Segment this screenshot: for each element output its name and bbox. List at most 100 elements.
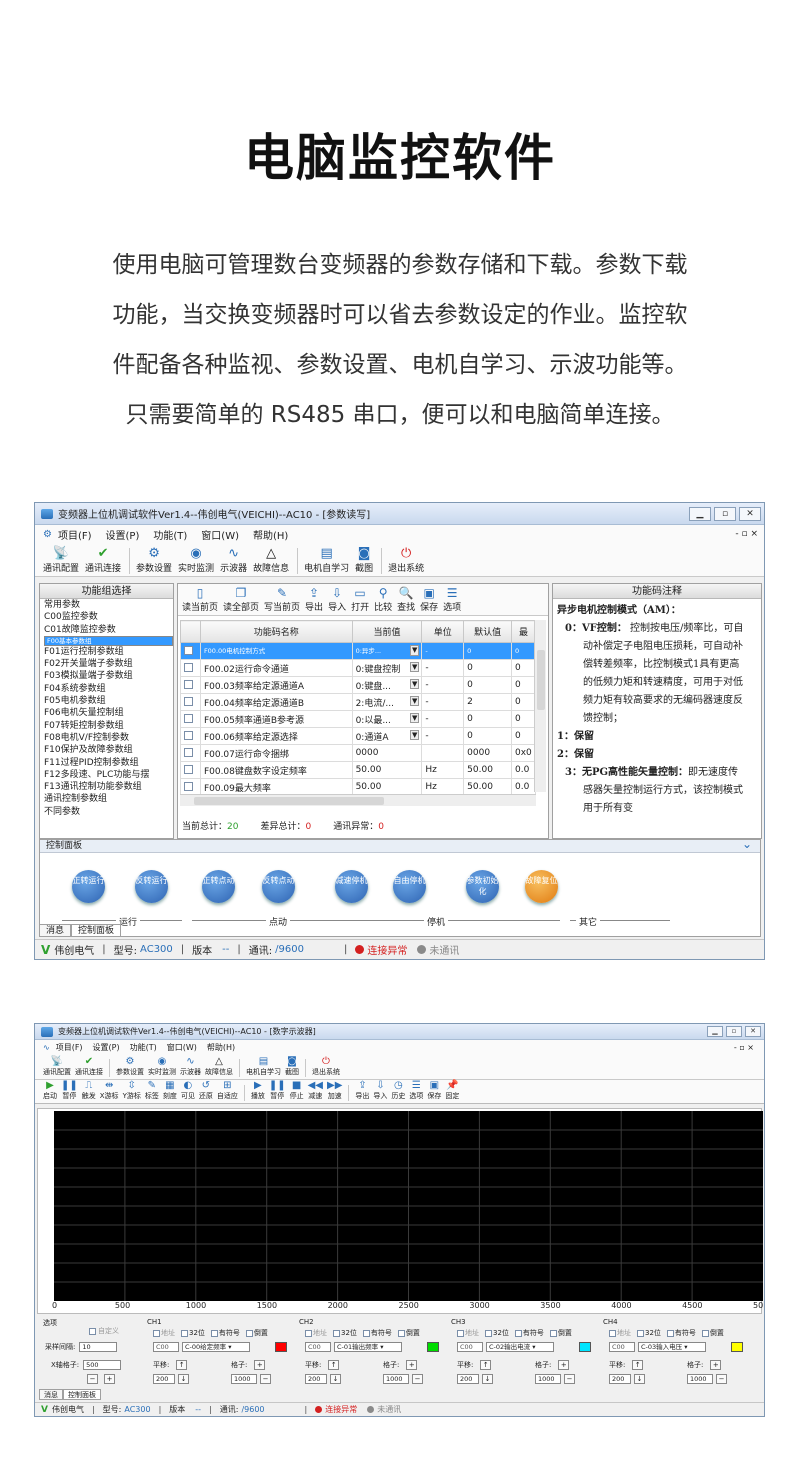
chevron-down-icon[interactable]: ▼ bbox=[409, 662, 420, 672]
decel-stop-button[interactable]: 减速停机 bbox=[335, 870, 368, 903]
table-row[interactable]: F00.02运行命令通道 0:键盘控制 ▼ -0 0 bbox=[180, 659, 536, 677]
row-checkbox-cell[interactable] bbox=[180, 710, 201, 728]
fault-info-button[interactable]: △ 故障信息 bbox=[205, 1056, 233, 1077]
group-item[interactable]: F06电机矢量控制组 bbox=[44, 707, 173, 719]
plus-button[interactable]: + bbox=[104, 1374, 115, 1384]
group-item[interactable]: 不同参数 bbox=[44, 806, 173, 818]
table-row[interactable]: F00.03频率给定源通道A 0:键盘... ▼ -0 0 bbox=[180, 676, 536, 694]
channel-flag[interactable]: 倒置 bbox=[701, 1328, 724, 1338]
minus-button[interactable]: − bbox=[260, 1374, 271, 1384]
find-button[interactable]: 🔍 查找 bbox=[397, 586, 415, 613]
reverse-run-button[interactable]: 反转运行 bbox=[135, 870, 168, 903]
scope-tool-button[interactable]: ↺ 还原 bbox=[199, 1080, 213, 1101]
scale-input[interactable]: 1000 bbox=[535, 1374, 561, 1384]
group-item[interactable]: F11过程PID控制参数组 bbox=[44, 757, 173, 769]
checkbox[interactable] bbox=[184, 765, 193, 774]
param-init-button[interactable]: 参数初始化 bbox=[466, 870, 499, 903]
scale-input[interactable]: 1000 bbox=[687, 1374, 713, 1384]
shift-input[interactable]: 200 bbox=[153, 1374, 175, 1384]
param-settings-button[interactable]: ⚙ 参数设置 bbox=[136, 546, 172, 574]
plus-button[interactable]: + bbox=[710, 1360, 722, 1370]
scope-tool-button[interactable]: ◀◀ 减速 bbox=[308, 1080, 323, 1101]
realtime-monitor-button[interactable]: ◉ 实时监测 bbox=[148, 1056, 176, 1077]
exit-button[interactable]: ⏻ 退出系统 bbox=[312, 1056, 340, 1077]
param-value-cell[interactable]: 2:电流/... ▼ bbox=[351, 693, 423, 711]
group-item[interactable]: F05电机参数组 bbox=[44, 695, 173, 707]
row-checkbox-cell[interactable] bbox=[180, 727, 201, 745]
tab-messages[interactable]: 消息 bbox=[39, 1389, 63, 1400]
menu-project[interactable]: 项目(F) bbox=[58, 527, 92, 542]
channel-flag[interactable]: 有符号 bbox=[362, 1328, 392, 1338]
checkbox[interactable] bbox=[184, 646, 193, 656]
mdi-controls[interactable]: - ▫ × bbox=[735, 529, 758, 539]
checkbox[interactable] bbox=[184, 697, 193, 706]
channel-color-swatch[interactable] bbox=[579, 1342, 591, 1352]
checkbox[interactable] bbox=[184, 782, 193, 791]
group-item[interactable]: 通讯控制参数组 bbox=[44, 793, 173, 805]
close-button[interactable]: ✕ bbox=[739, 506, 761, 521]
row-checkbox-cell[interactable] bbox=[180, 676, 201, 694]
channel-color-swatch[interactable] bbox=[731, 1342, 743, 1352]
group-item[interactable]: F08电机V/F控制参数 bbox=[44, 732, 173, 744]
scope-plot[interactable] bbox=[54, 1111, 763, 1301]
save-button[interactable]: ▣ 保存 bbox=[420, 586, 438, 613]
oscilloscope-button[interactable]: ∿ 示波器 bbox=[220, 546, 247, 574]
channel-flag[interactable]: 地址 bbox=[305, 1328, 327, 1338]
minus-button[interactable]: − bbox=[412, 1374, 423, 1384]
mdi-controls[interactable]: - ▫ × bbox=[734, 1043, 754, 1052]
scope-tool-button[interactable]: ■ 停止 bbox=[290, 1080, 304, 1101]
menu-help[interactable]: 帮助(H) bbox=[253, 527, 288, 542]
param-value-cell[interactable]: 50.00 bbox=[351, 761, 423, 779]
channel-signal-select[interactable]: C-02输出电流 ▾ bbox=[486, 1342, 554, 1352]
checkbox[interactable] bbox=[184, 731, 193, 740]
scope-tool-button[interactable]: ▣ 保存 bbox=[427, 1080, 441, 1101]
reverse-jog-button[interactable]: 反转点动 bbox=[262, 870, 295, 903]
checkbox[interactable] bbox=[245, 1329, 253, 1337]
minimize-button[interactable]: ▁ bbox=[689, 506, 711, 521]
tab-control-panel[interactable]: 控制面板 bbox=[71, 924, 122, 937]
comm-config-button[interactable]: 📡 通讯配置 bbox=[43, 1056, 71, 1077]
table-row[interactable]: F00.07运行命令捆绑 0000 0000 0x0 bbox=[180, 744, 536, 762]
channel-code-select[interactable]: C00 bbox=[305, 1342, 331, 1352]
import-button[interactable]: ⇩ 导入 bbox=[328, 586, 346, 613]
comm-connect-button[interactable]: ✔ 通讯连接 bbox=[75, 1056, 103, 1077]
arrow-up-icon[interactable]: ↑ bbox=[480, 1360, 492, 1370]
motor-autotune-button[interactable]: ▤ 电机自学习 bbox=[304, 546, 349, 574]
param-value-cell[interactable]: 0:键盘... ▼ bbox=[351, 676, 423, 694]
auto-checkbox[interactable]: 自定义 bbox=[89, 1326, 119, 1336]
scope-tool-button[interactable]: ⊞ 自适应 bbox=[217, 1080, 238, 1101]
close-button[interactable]: ✕ bbox=[745, 1026, 761, 1037]
shift-input[interactable]: 200 bbox=[305, 1374, 327, 1384]
checkbox[interactable] bbox=[485, 1329, 492, 1337]
menu-help[interactable]: 帮助(H) bbox=[207, 1042, 235, 1053]
scope-tool-button[interactable]: ⇪ 导出 bbox=[355, 1080, 369, 1101]
scope-tool-button[interactable]: ◷ 历史 bbox=[391, 1080, 405, 1101]
maximize-button[interactable]: ▫ bbox=[714, 506, 736, 521]
chevron-down-icon[interactable]: ⌄ bbox=[742, 838, 752, 851]
screenshot-button[interactable]: ◙ 截图 bbox=[355, 546, 373, 574]
plus-button[interactable]: + bbox=[254, 1360, 266, 1370]
channel-flag[interactable]: 32位 bbox=[181, 1328, 205, 1338]
checkbox[interactable] bbox=[514, 1329, 522, 1337]
write-page-button[interactable]: ✎ 写当前页 bbox=[264, 586, 300, 613]
scope-tool-button[interactable]: ⇳ Y游标 bbox=[123, 1080, 141, 1101]
menu-function[interactable]: 功能(T) bbox=[130, 1042, 157, 1053]
channel-flag[interactable]: 32位 bbox=[333, 1328, 357, 1338]
scope-tool-button[interactable]: ◐ 可见 bbox=[181, 1080, 195, 1101]
checkbox[interactable] bbox=[184, 748, 193, 757]
checkbox[interactable] bbox=[181, 1329, 188, 1337]
arrow-up-icon[interactable]: ↑ bbox=[632, 1360, 644, 1370]
group-item[interactable]: F03模拟量端子参数组 bbox=[44, 670, 173, 682]
group-item[interactable]: 常用参数 bbox=[44, 599, 173, 611]
menu-window[interactable]: 窗口(W) bbox=[167, 1042, 197, 1053]
arrow-down-icon[interactable]: ↓ bbox=[178, 1374, 189, 1384]
checkbox[interactable] bbox=[637, 1329, 644, 1337]
scope-tool-button[interactable]: ❚❚ 暂停 bbox=[269, 1080, 286, 1101]
motor-autotune-button[interactable]: ▤ 电机自学习 bbox=[246, 1056, 281, 1077]
menu-function[interactable]: 功能(T) bbox=[153, 527, 187, 542]
group-item[interactable]: C01故障监控参数 bbox=[44, 624, 173, 636]
channel-flag[interactable]: 倒置 bbox=[549, 1328, 572, 1338]
channel-flag[interactable]: 倒置 bbox=[397, 1328, 420, 1338]
channel-color-swatch[interactable] bbox=[427, 1342, 439, 1352]
table-row[interactable]: F00.04频率给定源通道B 2:电流/... ▼ -2 0 bbox=[180, 693, 536, 711]
